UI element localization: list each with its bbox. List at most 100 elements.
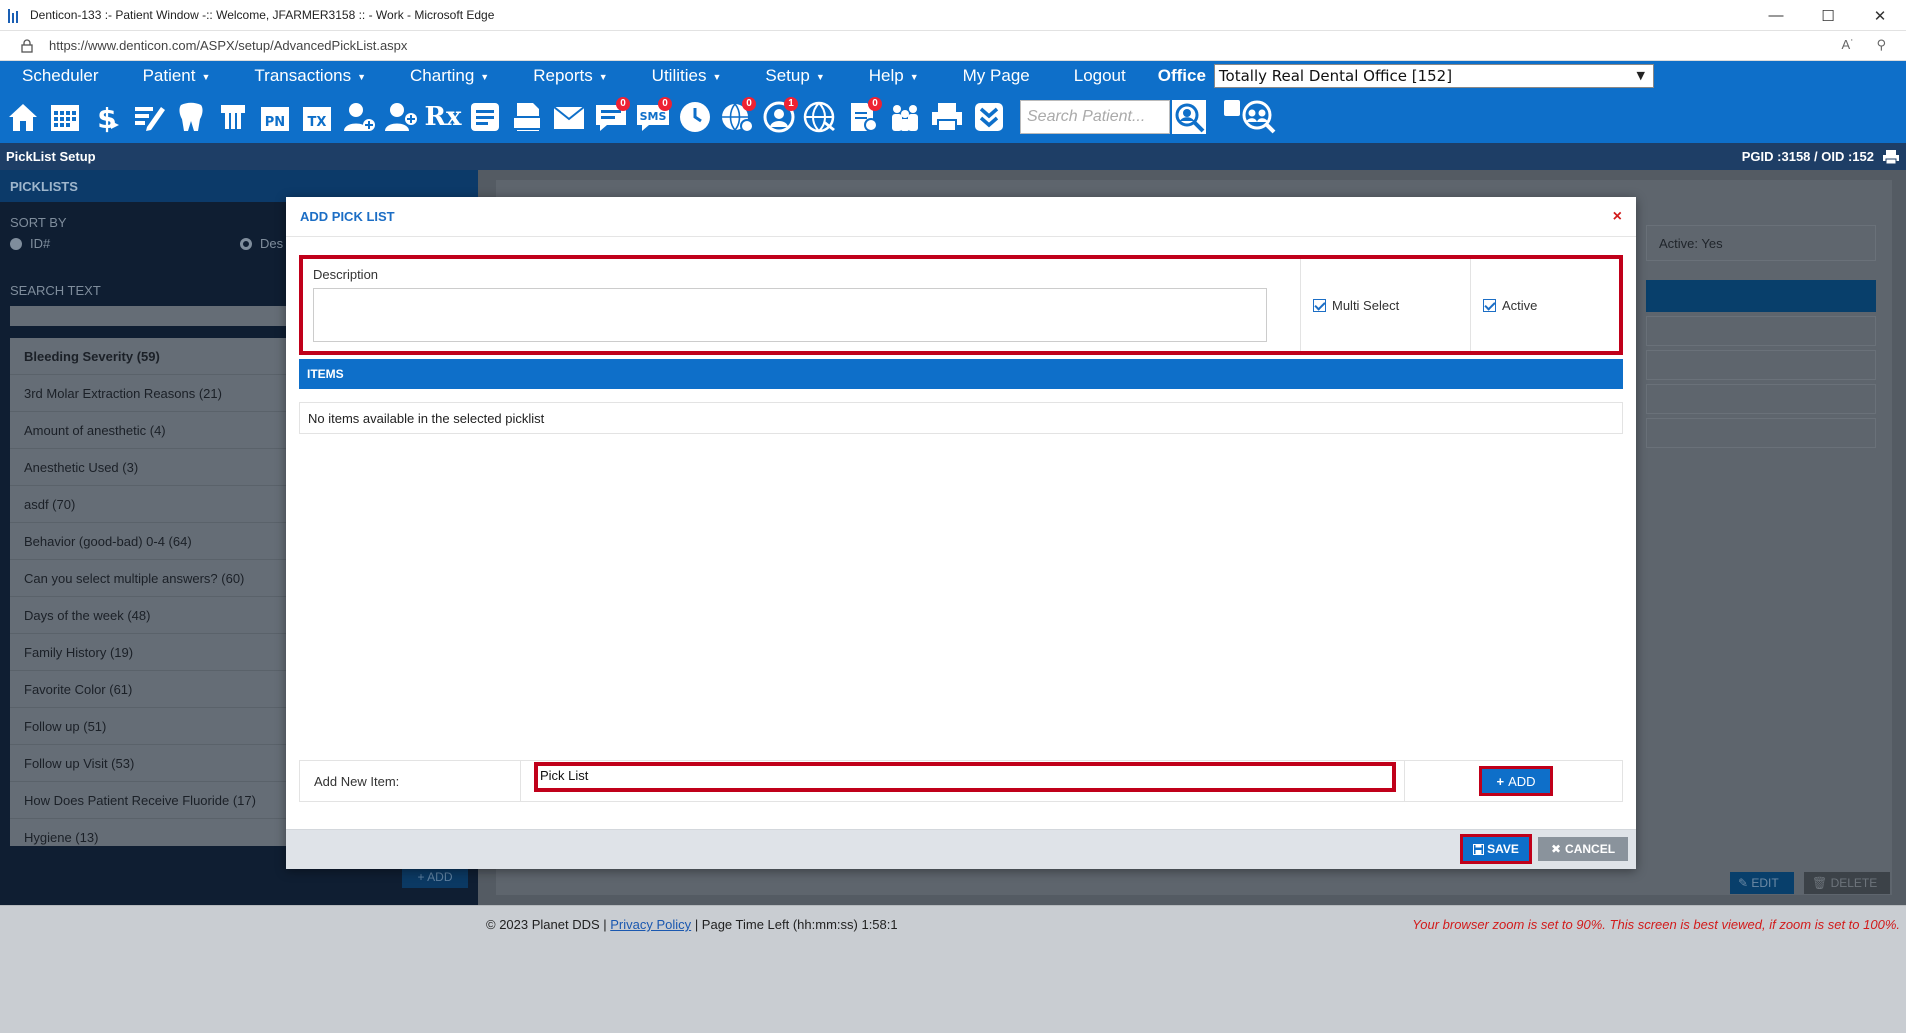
menu-scheduler[interactable]: Scheduler <box>0 66 121 86</box>
close-icon[interactable]: × <box>1613 208 1622 226</box>
menu-charting[interactable]: Charting ▼ <box>388 66 511 86</box>
tooth-icon[interactable] <box>172 97 210 137</box>
add-new-item-input[interactable]: Pick List <box>534 762 1396 792</box>
home-icon[interactable] <box>4 97 42 137</box>
minimize-icon[interactable]: — <box>1750 0 1802 31</box>
edit-label: EDIT <box>1751 876 1779 890</box>
detail-items-header <box>1646 280 1876 312</box>
treatment-icon[interactable]: TX <box>298 97 336 137</box>
collapse-icon[interactable] <box>970 97 1008 137</box>
zoom-warning: Your browser zoom is set to 90%. This sc… <box>1412 917 1900 932</box>
caret-down-icon: ▼ <box>909 71 919 82</box>
notes-icon[interactable] <box>466 97 504 137</box>
menu-label: Scheduler <box>22 66 99 85</box>
office-select[interactable]: Totally Real Dental Office [152] ▼ <box>1213 64 1654 88</box>
active-status: Active: Yes <box>1646 225 1876 261</box>
prescription-icon[interactable]: Rx <box>424 97 462 137</box>
pn-text: PN <box>265 115 285 130</box>
edit-list-icon[interactable] <box>130 97 168 137</box>
menu-help[interactable]: Help ▼ <box>847 66 941 86</box>
print-icon[interactable] <box>928 97 966 137</box>
menu-reports[interactable]: Reports ▼ <box>511 66 629 86</box>
delete-button[interactable]: 🗑 DELETE <box>1804 872 1890 894</box>
patient-plus-icon[interactable] <box>382 97 420 137</box>
close-window-icon[interactable]: ✕ <box>1854 0 1906 31</box>
caret-down-icon: ▼ <box>815 71 825 82</box>
caret-down-icon: ▼ <box>357 71 367 82</box>
icon-toolbar: $ PN TX Rx 0 SMS 0 0 1 0 Search Patient..… <box>0 91 1906 143</box>
modal-header: ADD PICK LIST × <box>286 197 1636 237</box>
menu-patient[interactable]: Patient ▼ <box>121 66 233 86</box>
page-header: PickList Setup PGID :3158 / OID :152 <box>0 143 1906 170</box>
alert-user-icon[interactable]: 1 <box>760 97 798 137</box>
teeth-icon[interactable] <box>214 97 252 137</box>
calendar-icon[interactable] <box>46 97 84 137</box>
page-ids: PGID :3158 / OID :152 <box>1741 149 1874 164</box>
sort-description-radio[interactable]: Des <box>240 236 283 251</box>
read-aloud-icon[interactable]: A˙ <box>1841 37 1854 53</box>
print-page-icon[interactable] <box>1882 149 1900 165</box>
checkbox-checked-icon <box>1483 298 1496 312</box>
save-button[interactable]: SAVE <box>1460 834 1532 864</box>
rx-text: Rx <box>424 102 462 132</box>
chat-icon[interactable]: 0 <box>592 97 630 137</box>
active-checkbox[interactable]: Active <box>1471 259 1641 351</box>
description-label: Description <box>313 267 379 282</box>
sms-badge: 0 <box>658 97 672 111</box>
menu-my-page[interactable]: My Page <box>941 66 1052 86</box>
globe-settings-icon[interactable]: 0 <box>718 97 756 137</box>
menu-logout[interactable]: Logout <box>1052 66 1148 86</box>
sms-icon[interactable]: SMS 0 <box>634 97 672 137</box>
multi-select-label: Multi Select <box>1332 297 1400 313</box>
description-input[interactable] <box>313 288 1267 342</box>
detail-row <box>1646 316 1876 346</box>
office-select-value: Totally Real Dental Office [152] <box>1218 67 1453 85</box>
search-patient-icon[interactable] <box>1170 97 1208 137</box>
privacy-policy-link[interactable]: Privacy Policy <box>610 917 691 932</box>
add-user-icon[interactable] <box>340 97 378 137</box>
modal-footer: SAVE ✖ CANCEL <box>286 829 1636 869</box>
search-patient-input[interactable]: Search Patient... <box>1020 100 1170 134</box>
sort-by-label: SORT BY <box>10 215 67 230</box>
url-field[interactable]: https://www.denticon.com/ASPX/setup/Adva… <box>49 38 407 53</box>
lock-icon[interactable] <box>20 38 34 54</box>
documents-icon[interactable] <box>508 97 546 137</box>
menu-transactions[interactable]: Transactions ▼ <box>232 66 388 86</box>
cancel-label: CANCEL <box>1565 842 1616 856</box>
edit-button[interactable]: ✎ EDIT <box>1730 872 1794 894</box>
multi-select-checkbox[interactable]: Multi Select <box>1301 259 1471 351</box>
detail-row <box>1646 384 1876 414</box>
clock-icon[interactable] <box>676 97 714 137</box>
sort-id-radio[interactable]: ID# <box>10 236 50 251</box>
add-new-item-label: Add New Item: <box>300 761 521 801</box>
search-mode-checkbox[interactable] <box>1224 100 1240 116</box>
menu-label: Setup <box>765 66 810 85</box>
family-icon[interactable] <box>886 97 924 137</box>
description-column: Description <box>303 259 1301 351</box>
web-icon[interactable] <box>802 97 840 137</box>
zoom-icon[interactable]: ⚲ <box>1876 37 1886 53</box>
window-title: Denticon-133 :- Patient Window -:: Welco… <box>30 8 495 22</box>
menu-setup[interactable]: Setup ▼ <box>743 66 846 86</box>
description-section-highlight: Description Multi Select Active <box>299 255 1623 355</box>
delete-label: DELETE <box>1830 876 1878 890</box>
maximize-icon[interactable]: ☐ <box>1802 0 1854 31</box>
add-picklist-button[interactable]: + ADD <box>402 866 468 888</box>
menu-utilities[interactable]: Utilities ▼ <box>630 66 744 86</box>
copyright-text: © 2023 Planet DDS | <box>486 917 607 932</box>
description-section: Description Multi Select Active <box>303 259 1619 351</box>
progress-notes-icon[interactable]: PN <box>256 97 294 137</box>
dollar-icon[interactable]: $ <box>88 97 126 137</box>
document-check-icon[interactable]: 0 <box>844 97 882 137</box>
caret-down-icon: ▼ <box>201 71 211 82</box>
window-titlebar: Denticon-133 :- Patient Window -:: Welco… <box>0 0 1906 31</box>
group-search-icon[interactable] <box>1240 97 1278 137</box>
modal-title: ADD PICK LIST <box>300 209 395 224</box>
office-label: Office <box>1157 66 1206 85</box>
chevron-down-icon: ▼ <box>1636 69 1645 82</box>
cancel-button[interactable]: ✖ CANCEL <box>1538 837 1628 861</box>
add-item-button[interactable]: + ADD <box>1479 766 1553 796</box>
sort-id-label: ID# <box>30 236 51 251</box>
radio-dot <box>10 237 22 250</box>
mail-icon[interactable] <box>550 97 588 137</box>
